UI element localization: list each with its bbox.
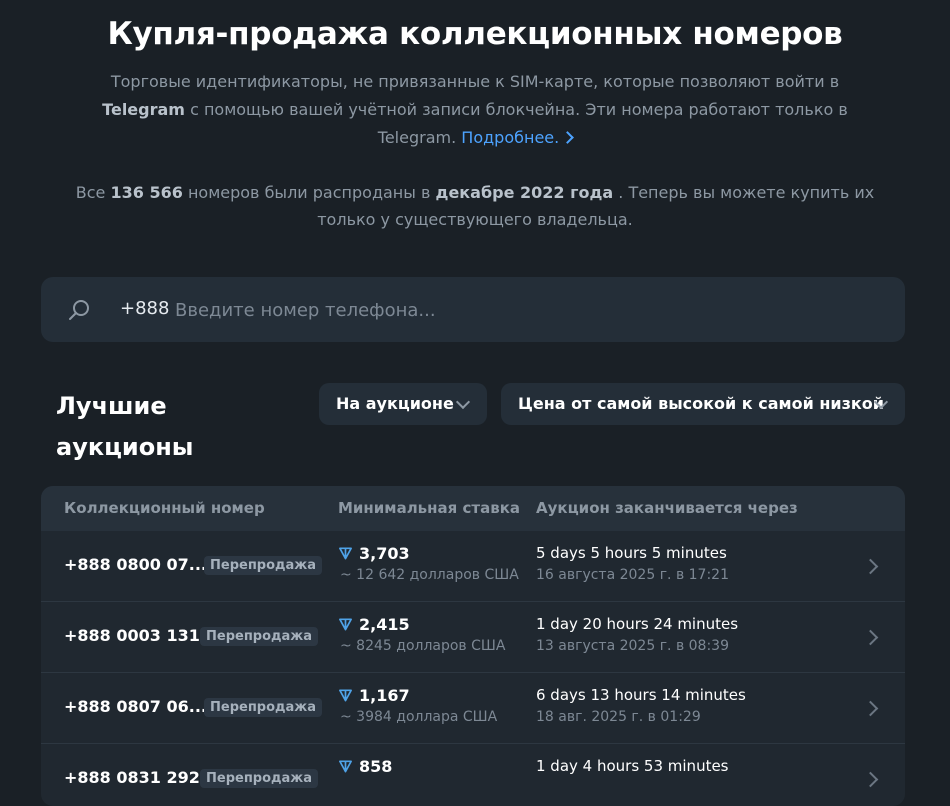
min-bid: 1,167 [359,686,410,705]
min-bid: 858 [359,757,393,776]
end-date: 18 авг. 2025 г. в 01:29 [536,709,701,725]
sold-text-2: номеров были распроданы в [187,183,431,202]
chevron-right-icon[interactable] [862,700,879,717]
end-date: 16 августа 2025 г. в 17:21 [536,567,729,583]
ton-icon [339,547,352,560]
collectible-number[interactable]: +888 0800 07... [64,555,207,574]
sort-dropdown[interactable]: Цена от самой высокой к самой низкой [501,383,905,425]
ton-icon [339,689,352,702]
auctions-table: Коллекционный номер Минимальная ставка А… [41,486,905,806]
ton-icon [339,760,352,773]
time-left: 1 day 4 hours 53 minutes [536,757,729,775]
sort-label: Цена от самой высокой к самой низкой [518,394,884,413]
chevron-right-icon[interactable] [862,629,879,646]
sold-date: декабре 2022 года [435,183,614,202]
resale-badge: Перепродажа [200,769,319,788]
bid-usd: ~ 3984 доллара США [340,709,498,725]
learn-more-label: Подробнее. [461,128,560,147]
chevron-right-icon[interactable] [862,771,879,788]
column-header-ends-in[interactable]: Аукцион заканчивается через [536,499,798,517]
collectible-number[interactable]: +888 0831 2929 [64,768,211,787]
time-left: 5 days 5 hours 5 minutes [536,544,727,562]
sold-text-1: Все [75,183,106,202]
resale-badge: Перепродажа [200,627,319,646]
chevron-down-icon [455,394,471,410]
bid-usd: ~ 8245 долларов США [340,638,506,654]
table-row[interactable]: +888 0003 1313 Перепродажа 2,415 ~ 8245 … [41,602,905,673]
status-filter-label: На аукционе [336,394,454,413]
description-text-1: Торговые идентификаторы, не привязанные … [110,72,840,91]
min-bid: 2,415 [359,615,410,634]
page-description: Торговые идентификаторы, не привязанные … [95,68,855,152]
collectible-number[interactable]: +888 0807 06... [64,697,207,716]
table-header: Коллекционный номер Минимальная ставка А… [41,486,905,531]
time-left: 6 days 13 hours 14 minutes [536,686,746,704]
description-brand: Telegram [102,100,185,119]
status-filter-dropdown[interactable]: На аукционе [319,383,487,425]
bid-usd: ~ 12 642 долларов США [340,567,519,583]
search-input[interactable] [173,293,877,327]
table-row[interactable]: +888 0807 06... Перепродажа 1,167 ~ 3984… [41,673,905,744]
collectible-number[interactable]: +888 0003 1313 [64,626,211,645]
sold-count: 136 566 [110,183,183,202]
column-header-number[interactable]: Коллекционный номер [64,499,265,517]
resale-badge: Перепродажа [204,698,323,717]
time-left: 1 day 20 hours 24 minutes [536,615,739,633]
search-icon [69,300,89,320]
chevron-right-icon [561,131,575,144]
end-date: 13 августа 2025 г. в 08:39 [536,638,729,654]
page-title: Купля-продажа коллекционных номеров [107,16,843,52]
chevron-right-icon[interactable] [862,558,879,575]
table-row[interactable]: +888 0831 2929 Перепродажа 858 1 day 4 h… [41,744,905,806]
resale-badge: Перепродажа [204,556,323,575]
section-title: Лучшие аукционы [56,392,194,461]
search-bar[interactable]: +888 [41,277,905,342]
phone-prefix: +888 [120,298,170,319]
ton-icon [339,618,352,631]
sold-out-notice: Все 136 566 номеров были распроданы в де… [75,179,875,233]
min-bid: 3,703 [359,544,410,563]
column-header-min-bid[interactable]: Минимальная ставка [338,499,520,517]
learn-more-link[interactable]: Подробнее. [461,128,575,147]
table-row[interactable]: +888 0800 07... Перепродажа 3,703 ~ 12 6… [41,531,905,602]
